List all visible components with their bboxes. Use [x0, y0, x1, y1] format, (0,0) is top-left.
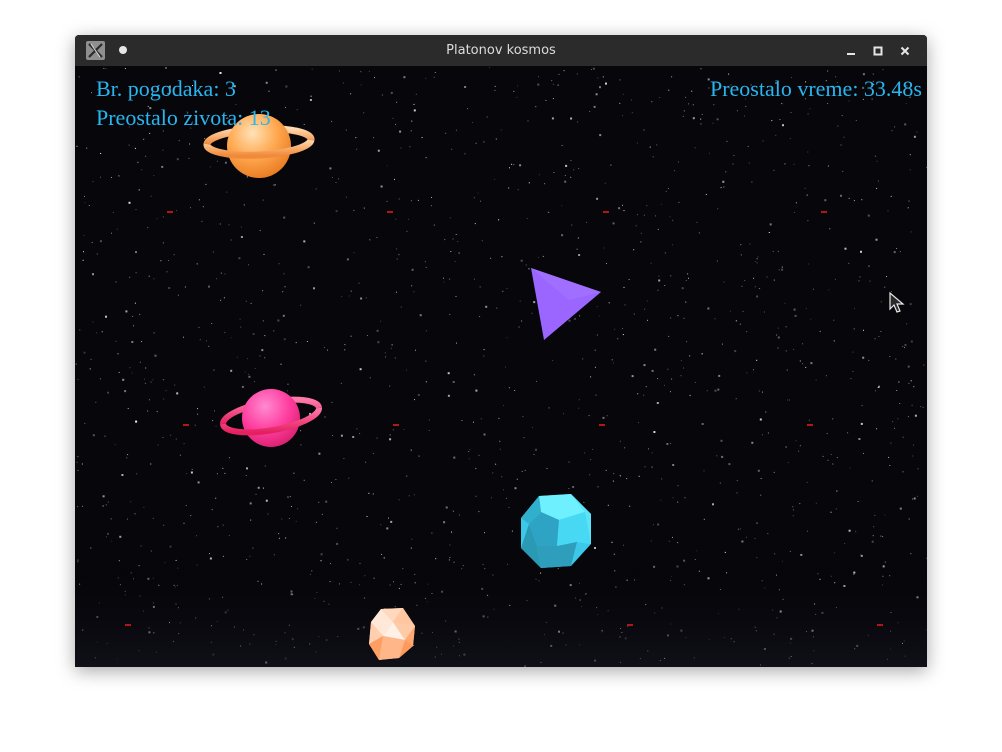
game-window: Platonov kosmos Br. pogodaka: 3 Preostal… [75, 35, 927, 667]
close-button[interactable] [896, 42, 914, 60]
time-remaining: Preostalo vreme: 33.48s [709, 76, 922, 101]
close-icon [900, 46, 910, 56]
cyan-dodecahedron[interactable] [519, 492, 593, 570]
window-title: Platonov kosmos [446, 43, 556, 58]
hits-counter: Br. pogodaka: 3 [96, 76, 236, 101]
minimize-button[interactable] [842, 42, 860, 60]
game-canvas[interactable]: Br. pogodaka: 3 Preostalo zivota: 13 Pre… [75, 66, 927, 667]
lives-counter: Preostalo zivota: 13 [96, 105, 271, 130]
peach-icosahedron[interactable] [367, 606, 417, 662]
minimize-icon [847, 53, 855, 55]
mouse-cursor-icon [889, 292, 905, 313]
title-bar[interactable]: Platonov kosmos [75, 35, 927, 66]
pink-ringed-planet[interactable] [219, 386, 323, 450]
maximize-icon [873, 46, 883, 56]
maximize-button[interactable] [869, 42, 887, 60]
x-app-icon [86, 41, 105, 60]
window-menu-dot-icon[interactable] [119, 46, 127, 54]
purple-tetrahedron[interactable] [529, 266, 603, 342]
